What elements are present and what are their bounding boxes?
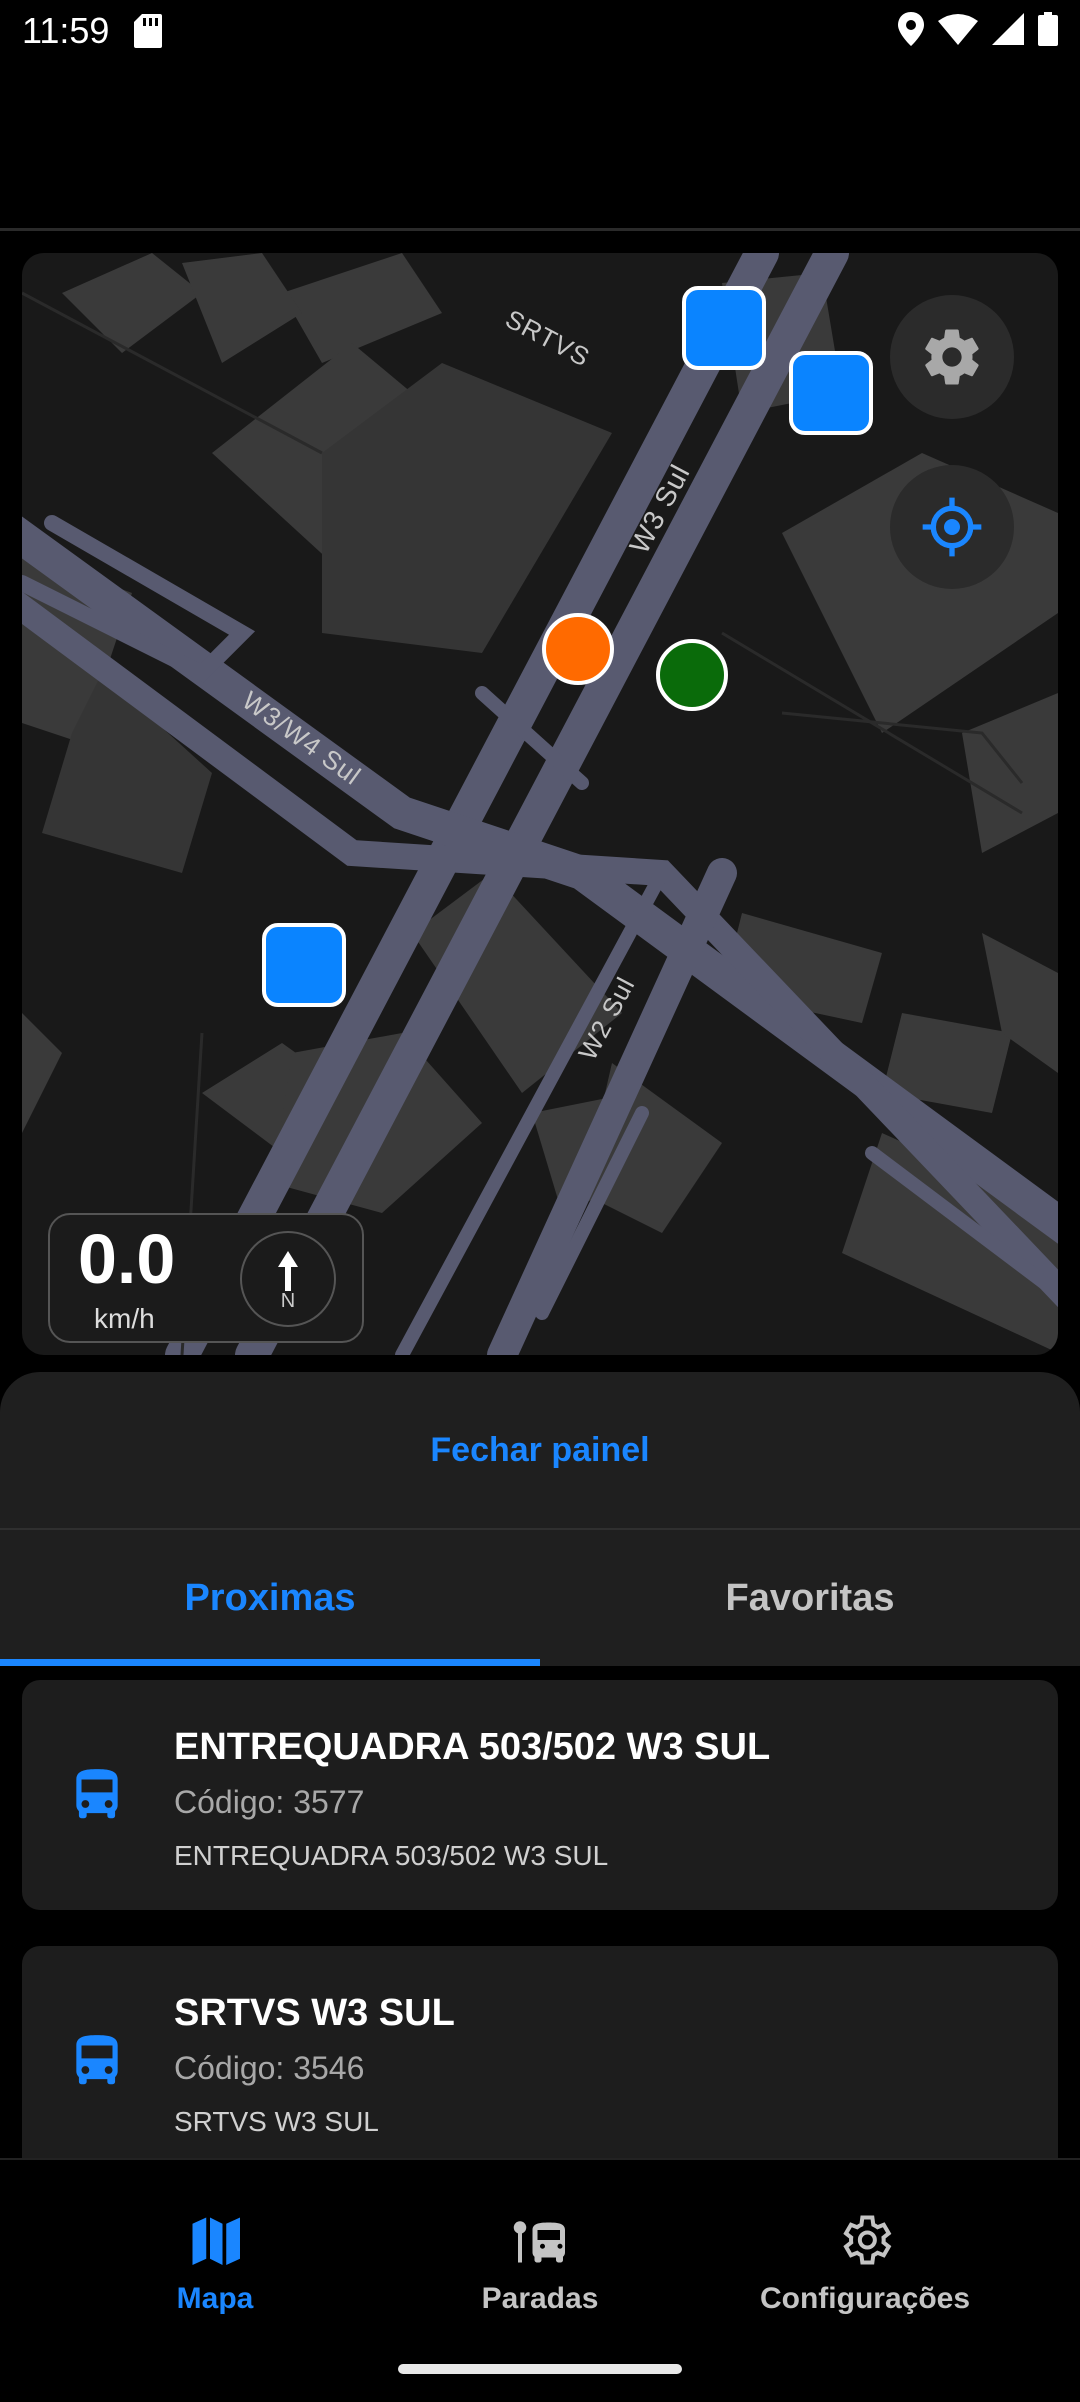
stop-description: SRTVS W3 SUL (174, 2106, 379, 2137)
stop-card[interactable]: SRTVS W3 SUL Código: 3546 SRTVS W3 SUL (22, 1946, 1058, 2160)
nav-label: Paradas (481, 2282, 599, 2315)
bus-icon (66, 2026, 128, 2101)
tab-proximas[interactable]: Proximas (0, 1530, 540, 1666)
stops-list[interactable]: ENTREQUADRA 503/502 W3 SUL Código: 3577 … (0, 1666, 1080, 2160)
close-panel-button[interactable]: Fechar painel (0, 1372, 1080, 1530)
bus-stop-marker[interactable] (682, 286, 766, 370)
stop-name: SRTVS W3 SUL (174, 1992, 455, 2034)
gear-icon (843, 2215, 892, 2265)
nav-label: Configurações (759, 2282, 971, 2315)
stop-code: Código: 3577 (174, 1784, 365, 1820)
stop-card[interactable]: ENTREQUADRA 503/502 W3 SUL Código: 3577 … (22, 1680, 1058, 1910)
compass-arrow-icon: N (278, 1251, 298, 1311)
bus-stop-marker[interactable] (262, 923, 346, 1007)
map-view[interactable]: SRTVS W3 Sul W3/W4 Sul W2 Sul 0.0 km/h N (22, 253, 1058, 1355)
tab-favoritas[interactable]: Favoritas (540, 1530, 1080, 1666)
stop-code: Código: 3546 (174, 2050, 365, 2086)
map-settings-button[interactable] (890, 295, 1014, 419)
home-indicator[interactable] (398, 2364, 682, 2374)
nav-item-mapa[interactable]: Mapa (45, 2210, 385, 2340)
bus-stop-icon (513, 2221, 565, 2263)
map-icon (192, 2217, 240, 2265)
speedometer: 0.0 km/h N (48, 1213, 364, 1343)
stops-panel: Fechar painel Proximas Favoritas ENTREQU… (0, 1372, 1080, 2160)
wifi-icon (938, 13, 978, 50)
nav-item-paradas[interactable]: Paradas (370, 2210, 710, 2340)
nav-label: Mapa (176, 2282, 254, 2315)
signal-icon (992, 13, 1024, 50)
vehicle-marker-green[interactable] (656, 639, 728, 711)
crosshair-icon (922, 497, 982, 557)
speed-value: 0.0 (78, 1220, 176, 1298)
bus-stop-marker[interactable] (789, 351, 873, 435)
stop-description: ENTREQUADRA 503/502 W3 SUL (174, 1840, 609, 1871)
nav-item-configuracoes[interactable]: Configurações (695, 2210, 1035, 2340)
sd-card-icon (134, 14, 162, 53)
battery-icon (1038, 12, 1058, 51)
app-bar (0, 66, 1080, 231)
compass-letter: N (281, 1290, 295, 1311)
my-location-button[interactable] (890, 465, 1014, 589)
map-base (22, 253, 1058, 1355)
speed-unit: km/h (94, 1303, 155, 1334)
vehicle-marker-orange[interactable] (542, 613, 614, 685)
location-icon (898, 12, 924, 51)
gear-icon (925, 329, 979, 385)
compass[interactable]: N (240, 1231, 336, 1327)
stop-name: ENTREQUADRA 503/502 W3 SUL (174, 1726, 771, 1768)
bus-icon (66, 1760, 128, 1835)
status-time: 11:59 (22, 10, 110, 51)
status-bar: 11:59 (0, 0, 1080, 66)
tab-bar: Proximas Favoritas (0, 1530, 1080, 1666)
